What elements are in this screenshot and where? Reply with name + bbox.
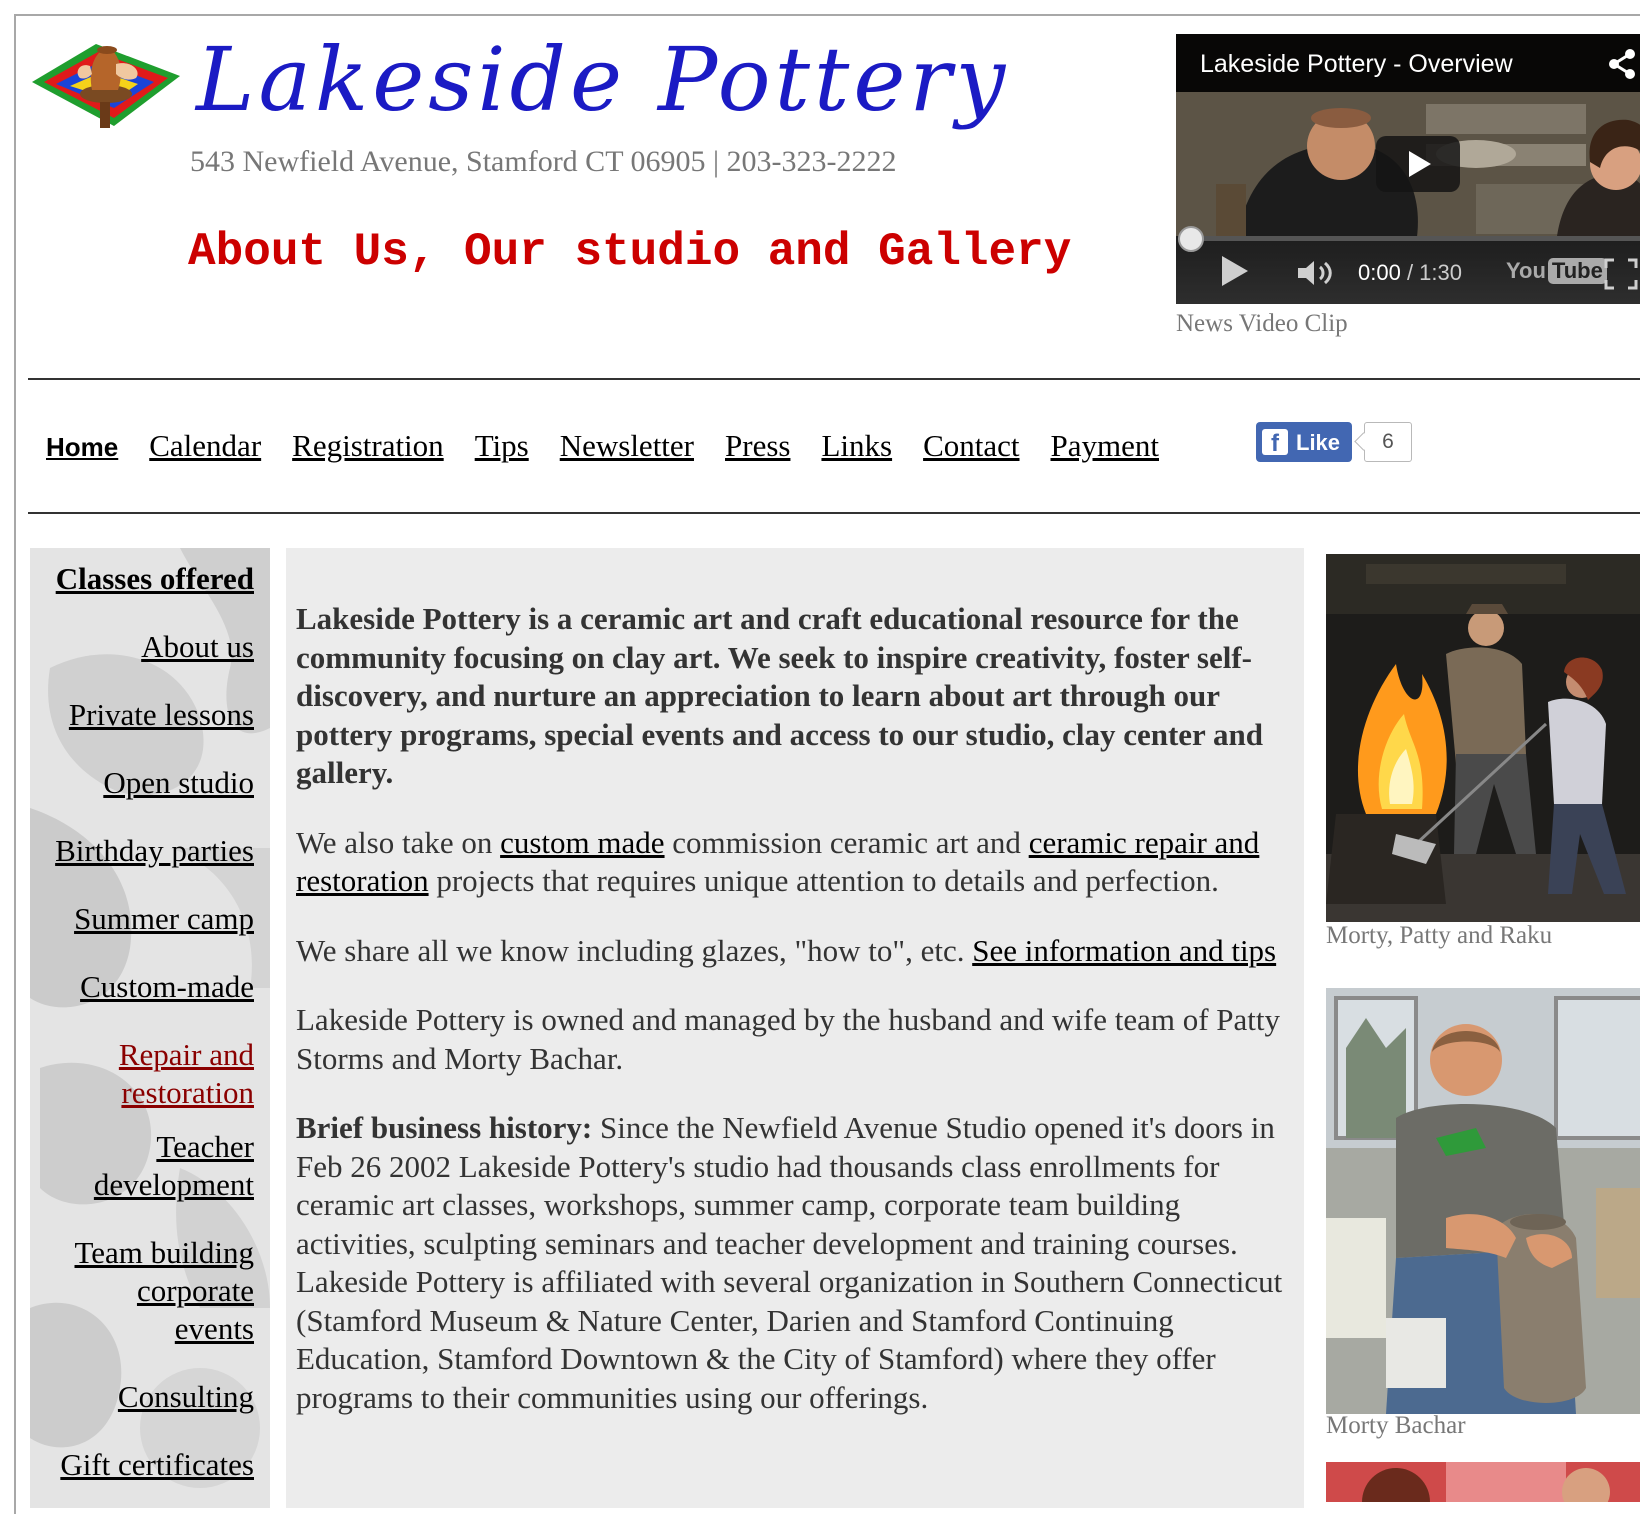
nav-divider bbox=[28, 512, 1640, 514]
sidebar-item-gift-certificates[interactable]: Gift certificates bbox=[60, 1446, 254, 1484]
sidebar-item-summer-camp[interactable]: Summer camp bbox=[74, 900, 254, 938]
big-play-button[interactable] bbox=[1376, 136, 1460, 192]
sidebar-item-team-line1[interactable]: Team building bbox=[75, 1234, 255, 1272]
facebook-like-count: 6 bbox=[1364, 422, 1412, 462]
sidebar-item-consulting[interactable]: Consulting bbox=[118, 1378, 254, 1416]
youtube-video-player[interactable]: Lakeside Pottery - Overview 0:00 / 1:30 … bbox=[1176, 34, 1640, 304]
sidebar-item-open-studio[interactable]: Open studio bbox=[103, 764, 254, 802]
history-paragraph: Brief business history: Since the Newfie… bbox=[296, 1109, 1296, 1417]
video-progress-knob[interactable] bbox=[1178, 226, 1204, 252]
morty-photo-caption: Morty Bachar bbox=[1326, 1412, 1466, 1439]
morty-bachar-photo[interactable] bbox=[1326, 988, 1640, 1414]
header-divider bbox=[28, 378, 1640, 380]
text-span: projects that requires unique attention … bbox=[428, 863, 1219, 898]
third-photo[interactable] bbox=[1326, 1462, 1640, 1502]
youtube-logo-tube: Tube bbox=[1547, 258, 1607, 284]
nav-press[interactable]: Press bbox=[725, 428, 790, 464]
nav-newsletter[interactable]: Newsletter bbox=[560, 428, 694, 464]
sidebar-item-classes-offered[interactable]: Classes offered bbox=[56, 560, 254, 598]
text-span: We also take on bbox=[296, 824, 501, 860]
sidebar-item-teacher-line1[interactable]: Teacher bbox=[156, 1128, 254, 1166]
facebook-icon: f bbox=[1262, 429, 1288, 457]
intro-paragraph: Lakeside Pottery is a ceramic art and cr… bbox=[296, 601, 1263, 790]
nav-calendar[interactable]: Calendar bbox=[149, 428, 261, 464]
video-time: 0:00 / 1:30 bbox=[1358, 260, 1462, 286]
sidebar-item-private-lessons[interactable]: Private lessons bbox=[69, 696, 254, 734]
play-icon[interactable] bbox=[1222, 256, 1248, 286]
sidebar: Classes offered About us Private lessons… bbox=[30, 548, 270, 1508]
sidebar-item-team-line2[interactable]: corporate bbox=[137, 1272, 254, 1310]
text-span: We share all we know including glazes, "… bbox=[296, 932, 973, 968]
page-frame-top bbox=[14, 14, 1640, 16]
sidebar-item-custom-made[interactable]: Custom-made bbox=[80, 968, 254, 1006]
nav-registration[interactable]: Registration bbox=[292, 428, 444, 464]
sidebar-item-repair-line2[interactable]: restoration bbox=[121, 1074, 254, 1112]
youtube-logo[interactable]: You Tube bbox=[1506, 258, 1607, 284]
main-content: Lakeside Pottery is a ceramic art and cr… bbox=[286, 548, 1304, 1508]
information-tips-link[interactable]: See information and tips bbox=[972, 933, 1276, 968]
video-time-current: 0:00 bbox=[1358, 260, 1401, 285]
video-time-total: / 1:30 bbox=[1400, 260, 1462, 285]
custom-made-link[interactable]: custom made bbox=[500, 825, 664, 860]
video-caption: News Video Clip bbox=[1176, 310, 1348, 337]
nav-links[interactable]: Links bbox=[821, 428, 892, 464]
raku-photo-caption: Morty, Patty and Raku bbox=[1326, 922, 1553, 949]
history-label: Brief business history: bbox=[296, 1110, 593, 1145]
sidebar-item-teacher-line2[interactable]: development bbox=[94, 1166, 254, 1204]
video-title[interactable]: Lakeside Pottery - Overview bbox=[1200, 50, 1513, 79]
page-frame-left bbox=[14, 14, 16, 1514]
tips-paragraph: We share all we know including glazes, "… bbox=[296, 932, 1296, 971]
pottery-wheel-logo[interactable] bbox=[30, 30, 186, 134]
page-title: About Us, Our studio and Gallery bbox=[188, 226, 1072, 278]
site-title: Lakeside Pottery bbox=[196, 28, 1010, 131]
nav-home[interactable]: Home bbox=[46, 432, 118, 463]
sidebar-item-team-line3[interactable]: events bbox=[175, 1310, 254, 1348]
sidebar-item-repair-line1[interactable]: Repair and bbox=[119, 1036, 254, 1074]
nav-contact[interactable]: Contact bbox=[923, 428, 1019, 464]
facebook-like-button[interactable]: f Like bbox=[1256, 422, 1352, 462]
address-phone: 543 Newfield Avenue, Stamford CT 06905 |… bbox=[190, 145, 897, 178]
youtube-logo-you: You bbox=[1506, 258, 1546, 283]
nav-tips[interactable]: Tips bbox=[475, 428, 529, 464]
owners-paragraph: Lakeside Pottery is owned and managed by… bbox=[296, 1002, 1280, 1076]
video-progress-bar[interactable] bbox=[1190, 236, 1640, 241]
facebook-like-label: Like bbox=[1296, 430, 1341, 455]
sidebar-background-art bbox=[30, 548, 270, 1508]
sidebar-item-birthday-parties[interactable]: Birthday parties bbox=[55, 832, 254, 870]
main-nav: Home Calendar Registration Tips Newsletter Pr… bbox=[46, 428, 1190, 464]
fullscreen-icon[interactable] bbox=[1604, 258, 1638, 290]
sidebar-item-about-us[interactable]: About us bbox=[141, 628, 254, 666]
volume-icon[interactable] bbox=[1296, 258, 1336, 288]
nav-payment[interactable]: Payment bbox=[1051, 428, 1160, 464]
text-span: commission ceramic art and bbox=[664, 824, 1029, 860]
history-text: Since the Newfield Avenue Studio opened … bbox=[296, 1110, 1283, 1415]
play-icon bbox=[1409, 151, 1431, 177]
raku-photo[interactable] bbox=[1326, 554, 1640, 922]
share-icon[interactable] bbox=[1608, 48, 1638, 80]
custom-repair-paragraph: We also take on custom made commission c… bbox=[296, 824, 1296, 901]
